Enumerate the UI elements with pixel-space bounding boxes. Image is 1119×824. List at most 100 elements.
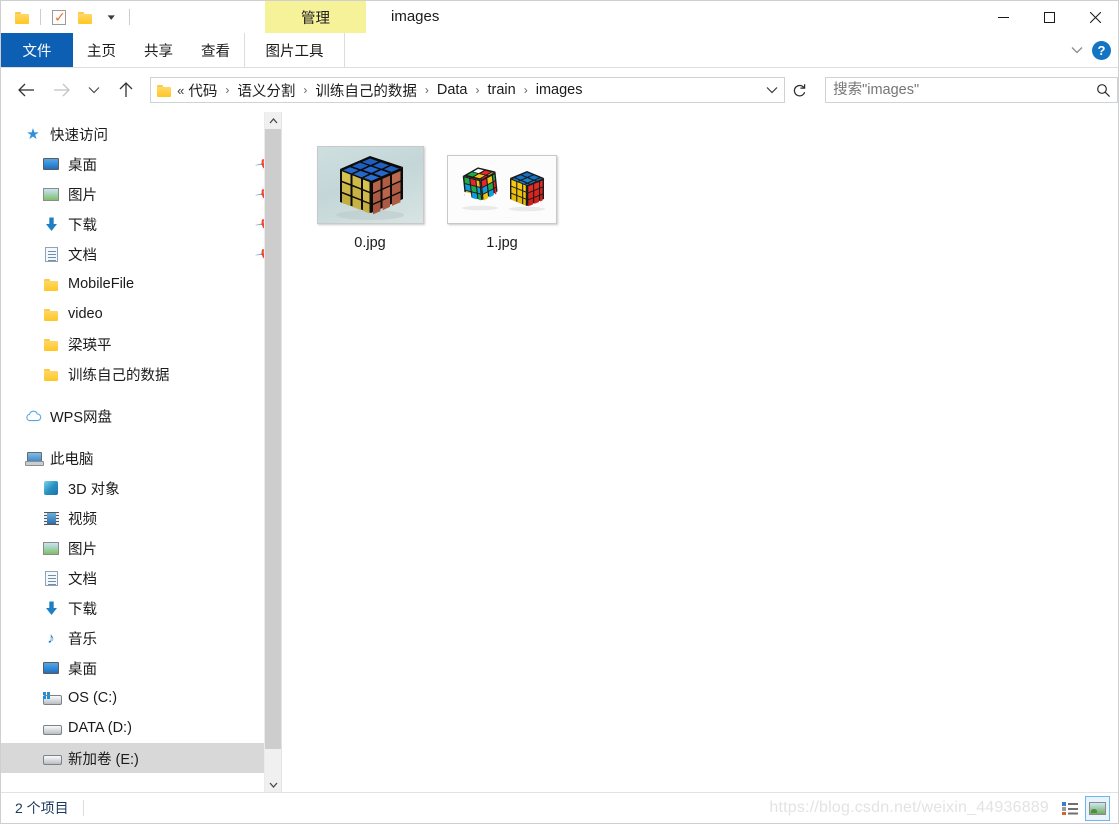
- navigation-tree: ★ 快速访问 桌面 📌 图片 📌 下载: [1, 112, 281, 773]
- sidebar-item-pc-downloads[interactable]: 下载: [1, 593, 281, 623]
- chevron-down-icon[interactable]: [1064, 37, 1090, 63]
- sidebar-item-mobilefile-label: MobileFile: [68, 276, 135, 292]
- sidebar-item-music[interactable]: ♪ 音乐: [1, 623, 281, 653]
- csdn-watermark: https://blog.csdn.net/weixin_44936889: [769, 799, 1049, 816]
- refresh-button[interactable]: [787, 77, 812, 103]
- window-controls: [980, 1, 1118, 33]
- sidebar-item-documents[interactable]: 文档 📌: [1, 239, 281, 269]
- minimize-button[interactable]: [980, 1, 1026, 33]
- breadcrumb-separator-4[interactable]: ›: [518, 83, 534, 97]
- sidebar-item-pc-pictures-label: 图片: [68, 541, 97, 558]
- details-view-button[interactable]: [1057, 796, 1082, 821]
- tab-home-label: 主页: [87, 43, 116, 60]
- folder-icon: [41, 335, 61, 353]
- sidebar-group-quick-access-label: 快速访问: [50, 127, 108, 144]
- breadcrumb-separator-1[interactable]: ›: [297, 83, 313, 97]
- toolbar-divider: [40, 9, 41, 25]
- sidebar-item-pc-desktop-label: 桌面: [68, 661, 97, 678]
- details-view-icon: [1061, 801, 1078, 815]
- sidebar-item-mobilefile[interactable]: MobileFile: [1, 269, 281, 299]
- quick-access-toolbar: ✓ ▾: [1, 1, 135, 33]
- help-icon[interactable]: ?: [1092, 40, 1111, 60]
- tab-share[interactable]: 共享: [130, 33, 187, 67]
- sidebar-item-3d-objects-label: 3D 对象: [68, 481, 120, 498]
- navigation-scrollbar[interactable]: [264, 112, 281, 793]
- breadcrumb-bar[interactable]: « 代码 › 语义分割 › 训练自己的数据 › Data › train › i…: [150, 77, 785, 103]
- documents-icon: [41, 569, 61, 587]
- sidebar-item-drive-e[interactable]: 新加卷 (E:): [1, 743, 281, 773]
- breadcrumb-item-4[interactable]: train: [486, 82, 518, 98]
- thumbnail-rubiks-cube-single: [316, 146, 424, 224]
- status-divider: [82, 800, 84, 816]
- tab-file[interactable]: 文件: [1, 33, 73, 67]
- file-item[interactable]: ·· ···· ·· ········· 1.jpg: [436, 134, 568, 252]
- breadcrumb-item-3[interactable]: Data: [435, 82, 470, 98]
- file-list-view[interactable]: 0.jpg ·· ···· ·· ········· 1.jpg: [282, 112, 1118, 793]
- breadcrumb-dropdown-icon[interactable]: [760, 78, 784, 102]
- item-count-label: 2 个项目: [15, 800, 69, 816]
- breadcrumb-separator-3[interactable]: ›: [470, 83, 486, 97]
- breadcrumb-item-1[interactable]: 语义分割: [235, 80, 297, 101]
- sidebar-group-quick-access[interactable]: ★ 快速访问: [1, 119, 281, 149]
- sidebar-item-training-data[interactable]: 训练自己的数据: [1, 359, 281, 389]
- search-box[interactable]: [825, 77, 1118, 103]
- up-button[interactable]: [112, 75, 141, 105]
- tab-share-label: 共享: [144, 43, 173, 60]
- file-item[interactable]: 0.jpg: [304, 134, 436, 252]
- breadcrumb-item-5[interactable]: images: [534, 82, 585, 98]
- properties-icon[interactable]: ✓: [46, 4, 72, 30]
- sidebar-item-drive-d[interactable]: DATA (D:): [1, 713, 281, 743]
- sidebar-item-downloads[interactable]: 下载 📌: [1, 209, 281, 239]
- breadcrumb-item-2[interactable]: 训练自己的数据: [313, 80, 419, 101]
- recent-locations-button[interactable]: [80, 75, 109, 105]
- close-button[interactable]: [1072, 1, 1118, 33]
- folder-icon[interactable]: [9, 4, 35, 30]
- videos-icon: [41, 509, 61, 527]
- documents-icon: [41, 245, 61, 263]
- new-folder-icon[interactable]: [72, 4, 98, 30]
- drive-icon: [41, 719, 62, 737]
- sidebar-item-desktop[interactable]: 桌面 📌: [1, 149, 281, 179]
- tab-view-label: 查看: [201, 43, 230, 60]
- sidebar-item-pc-documents[interactable]: 文档: [1, 563, 281, 593]
- sidebar-item-pictures[interactable]: 图片 📌: [1, 179, 281, 209]
- large-icons-view-button[interactable]: [1085, 795, 1110, 821]
- explorer-body: ★ 快速访问 桌面 📌 图片 📌 下载: [1, 112, 1118, 793]
- tab-file-label: 文件: [22, 43, 52, 60]
- scroll-up-arrow-icon[interactable]: [265, 112, 281, 129]
- window-title: images: [391, 8, 440, 25]
- breadcrumb-overflow[interactable]: «: [176, 83, 186, 98]
- thumbnail-rubiks-cube-pair: ·· ···· ·· ·········: [447, 155, 557, 224]
- scrollbar-thumb[interactable]: [265, 129, 281, 749]
- sidebar-item-liangyingping[interactable]: 梁瑛平: [1, 329, 281, 359]
- contextual-tab-group-manage[interactable]: 管理: [265, 1, 366, 33]
- breadcrumb-separator-2[interactable]: ›: [419, 83, 435, 97]
- sidebar-item-pc-desktop[interactable]: 桌面: [1, 653, 281, 683]
- thumbnail-watermark: ·· ···· ·· ·········: [490, 215, 514, 219]
- tab-home[interactable]: 主页: [73, 33, 130, 67]
- forward-button[interactable]: [47, 75, 76, 105]
- scroll-down-arrow-icon[interactable]: [265, 776, 281, 793]
- maximize-button[interactable]: [1026, 1, 1072, 33]
- search-icon[interactable]: [1091, 78, 1117, 102]
- search-input[interactable]: [826, 81, 1091, 99]
- sidebar-item-pc-pictures[interactable]: 图片: [1, 533, 281, 563]
- sidebar-item-documents-label: 文档: [68, 247, 97, 264]
- sidebar-item-videos[interactable]: 视频: [1, 503, 281, 533]
- back-button[interactable]: [12, 75, 41, 105]
- file-name: 0.jpg: [354, 235, 386, 251]
- tab-picture-tools[interactable]: 图片工具: [244, 33, 345, 67]
- breadcrumb-separator-0[interactable]: ›: [219, 83, 235, 97]
- sidebar-item-video[interactable]: video: [1, 299, 281, 329]
- sidebar-item-drive-c[interactable]: OS (C:): [1, 683, 281, 713]
- sidebar-group-this-pc[interactable]: 此电脑: [1, 443, 281, 473]
- address-bar: « 代码 › 语义分割 › 训练自己的数据 › Data › train › i…: [1, 68, 1118, 112]
- tab-view[interactable]: 查看: [187, 33, 244, 67]
- breadcrumb-item-0[interactable]: 代码: [186, 80, 219, 101]
- sidebar-item-3d-objects[interactable]: 3D 对象: [1, 473, 281, 503]
- customize-quick-access-caret[interactable]: ▾: [98, 4, 124, 30]
- download-icon: [41, 215, 61, 233]
- sidebar-group-wps-cloud[interactable]: WPS网盘: [1, 401, 281, 431]
- sidebar-item-downloads-label: 下载: [68, 217, 97, 234]
